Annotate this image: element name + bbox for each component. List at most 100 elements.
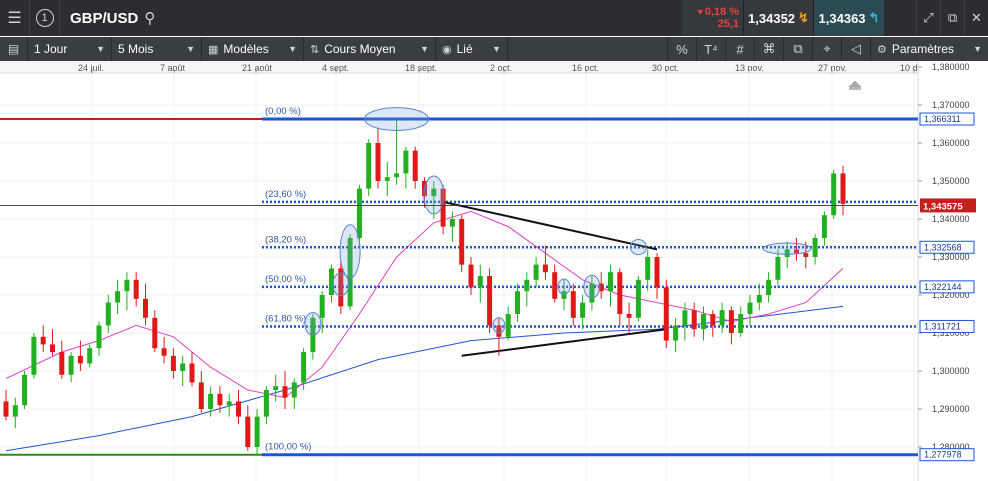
x-tick-label: 2 oct. — [490, 63, 512, 73]
settings-dropdown[interactable]: ⚙ Paramètres ▼ — [870, 37, 988, 61]
interval-label: 1 Jour — [34, 42, 68, 56]
x-tick-label: 7 août — [160, 63, 186, 73]
fibonacci-level-label: (38,20 %) — [265, 234, 306, 245]
candle-body — [161, 348, 167, 356]
candle-body — [115, 291, 121, 303]
candle-body — [96, 325, 102, 349]
fibonacci-level-label: (23,60 %) — [265, 189, 306, 200]
info-button[interactable]: 1 — [30, 0, 60, 36]
y-tick-label: 1,290000 — [932, 404, 970, 414]
candle-body — [821, 215, 827, 238]
candle-body — [77, 355, 83, 364]
candle-body — [691, 310, 697, 330]
candle-body — [217, 393, 223, 406]
candle-body — [105, 302, 111, 326]
highlight-ellipse — [364, 107, 430, 131]
candle-body — [663, 287, 669, 341]
candle-body — [291, 382, 297, 398]
target-icon[interactable]: ⌖ — [812, 37, 841, 61]
candle-body — [505, 314, 511, 337]
price-chart[interactable]: 24 juil. 7 août 21 août 4 sept. 18 sept. 2 oc… — [0, 61, 988, 481]
candle-body — [449, 219, 455, 227]
ask-price: 1,34363 — [818, 10, 866, 26]
ask-quote-button[interactable]: 1,34363 ↰ — [814, 0, 884, 36]
candle-body — [133, 279, 139, 299]
candle-body — [394, 173, 400, 178]
candle-body — [766, 279, 772, 295]
models-icon: ▦ — [208, 44, 219, 56]
range-dropdown[interactable]: 5 Mois ▼ — [112, 37, 202, 61]
popout-icon[interactable]: ⧉ — [940, 0, 964, 36]
candle-body — [152, 317, 158, 349]
candle-body — [245, 416, 251, 447]
candle-body — [170, 355, 176, 371]
chevron-down-icon: ▼ — [96, 44, 105, 54]
y-tick-label: 1,370000 — [932, 100, 970, 110]
x-tick-label: 16 oct. — [572, 63, 599, 73]
x-tick-label: 4 sept. — [322, 63, 349, 73]
candle-body — [301, 352, 307, 383]
change-value: 25,1 — [717, 18, 739, 30]
chevron-down-icon: ▼ — [186, 44, 195, 54]
x-axis-strip — [0, 61, 918, 73]
indicator-dropdown[interactable]: ⇅ Cours Moyen ▼ — [304, 37, 436, 61]
fibonacci-price-tag-text: 1,311721 — [924, 321, 961, 331]
percent-icon[interactable]: % — [667, 37, 696, 61]
candle-body — [775, 257, 781, 280]
crosshair-icon[interactable]: ⌘ — [754, 37, 783, 61]
interval-dropdown[interactable]: 1 Jour ▼ — [28, 37, 112, 61]
candle-body — [608, 272, 613, 292]
candle-body — [459, 219, 465, 265]
change-percent: 0,18 % — [696, 6, 739, 18]
models-label: Modèles — [223, 42, 269, 56]
change-box: 0,18 % 25,1 — [682, 0, 744, 36]
candle-body — [756, 295, 762, 303]
arrow-down-icon: ↯ — [798, 10, 809, 25]
highlight-ellipse — [583, 274, 601, 299]
search-icon[interactable]: ⚲ — [144, 9, 155, 27]
candle-body — [524, 279, 530, 292]
candle-body — [487, 276, 493, 326]
candle-body — [40, 336, 46, 345]
highlight-ellipse — [332, 272, 350, 297]
candle-body — [673, 325, 679, 341]
candle-body — [701, 314, 706, 330]
candle-body — [403, 150, 409, 174]
label-icon[interactable]: ◁ — [841, 37, 870, 61]
layers-icon[interactable]: ⧉ — [783, 37, 812, 61]
candle-body — [682, 310, 688, 326]
candle-body — [626, 314, 632, 318]
symbol-title[interactable]: GBP/USD — [60, 10, 144, 27]
y-tick-label: 1,360000 — [932, 138, 970, 148]
models-dropdown[interactable]: ▦ Modèles ▼ — [202, 37, 304, 61]
highlight-ellipse — [304, 311, 322, 336]
fibonacci-price-tag-text: 1,366311 — [924, 114, 961, 124]
candle-body — [728, 310, 734, 333]
candle-body — [552, 272, 558, 299]
candle-body — [617, 272, 623, 314]
x-tick-label: 24 juil. — [78, 63, 104, 73]
resize-icon[interactable]: ⤢ — [916, 0, 940, 36]
chevron-down-icon: ▼ — [492, 44, 501, 54]
link-dropdown[interactable]: ◉ Lié ▼ — [436, 37, 508, 61]
candle-body — [22, 374, 28, 406]
candle-body — [375, 143, 381, 181]
chart-canvas[interactable]: 24 juil. 7 août 21 août 4 sept. 18 sept. 2 oc… — [0, 61, 988, 481]
link-label: Lié — [456, 42, 473, 56]
highlight-ellipse — [629, 239, 647, 256]
text-size-icon[interactable]: T⁴ — [696, 37, 725, 61]
fibonacci-price-tag-text: 1,277978 — [924, 450, 962, 460]
list-icon[interactable]: ▤ — [0, 37, 28, 61]
bid-quote-button[interactable]: 1,34352 ↯ — [744, 0, 814, 36]
hamburger-menu-icon[interactable]: ☰ — [0, 0, 30, 36]
highlight-ellipse — [762, 242, 812, 255]
grid-icon[interactable]: # — [725, 37, 754, 61]
fibonacci-level-label: (61,80 %) — [265, 313, 306, 324]
candle-body — [87, 348, 93, 364]
y-tick-label: 1,350000 — [932, 176, 970, 186]
chevron-down-icon: ▼ — [420, 44, 429, 54]
candle-body — [812, 238, 818, 257]
fibonacci-price-tag-text: 1,322144 — [924, 282, 962, 292]
scroll-marker-base — [849, 87, 861, 90]
close-icon[interactable]: ✕ — [964, 0, 988, 36]
